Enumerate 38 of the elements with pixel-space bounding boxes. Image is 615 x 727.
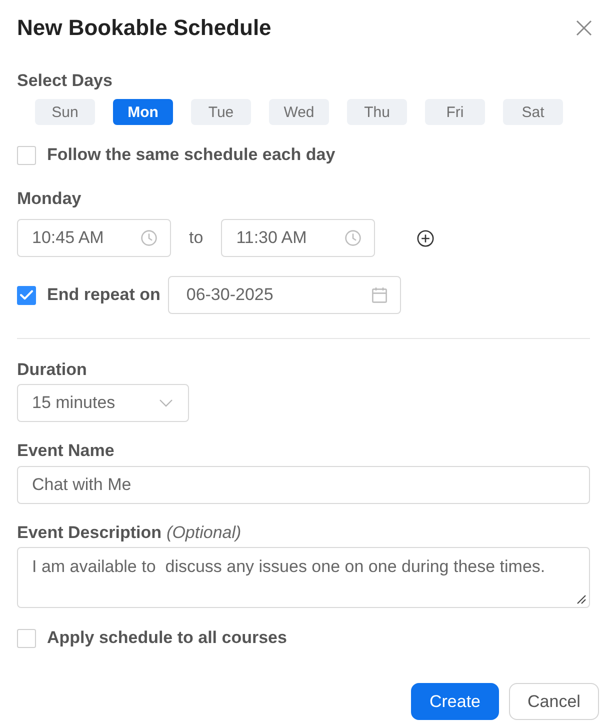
day-toggle[interactable]: Thu (347, 99, 407, 125)
checkbox[interactable] (17, 146, 36, 164)
resize-handle-icon[interactable] (577, 595, 586, 604)
input-field[interactable]: Chat with Me (17, 466, 590, 504)
close-button[interactable] (575, 19, 593, 37)
field-label: Event Name (17, 442, 114, 460)
range-separator: to (189, 228, 204, 248)
textarea-field[interactable]: I am available to discuss any issues one on one during these times. (17, 547, 590, 608)
add-icon[interactable] (417, 230, 434, 246)
checkbox-label: Follow the same schedule each day (47, 145, 336, 165)
clock-icon (141, 230, 157, 246)
time-field[interactable]: 11:30 AM (221, 219, 376, 257)
date-field[interactable]: 06-30-2025 (168, 276, 402, 314)
duration-select[interactable]: 15 minutes (17, 384, 189, 422)
checkbox-label: End repeat on (47, 285, 160, 305)
calendar-icon (372, 287, 388, 303)
day-toggle[interactable]: Fri (425, 99, 485, 125)
day-toggle[interactable]: Tue (191, 99, 251, 125)
dialog-title: New Bookable Schedule (17, 16, 272, 40)
field-label: Event Description (17, 524, 162, 542)
field-label: Select Days (17, 72, 112, 90)
time-field[interactable]: 10:45 AM (17, 219, 171, 257)
day-toggle[interactable]: Sun (35, 99, 95, 125)
close-icon (576, 20, 592, 36)
day-toggle[interactable]: Mon (113, 99, 173, 125)
cancel-button[interactable]: Cancel (509, 683, 599, 720)
field-label: Monday (17, 190, 82, 208)
optional-hint: (Optional) (166, 524, 242, 542)
day-toggle[interactable]: Wed (269, 99, 329, 125)
clock-icon (345, 230, 362, 246)
checkbox[interactable] (17, 628, 36, 648)
day-toggle[interactable]: Sat (503, 99, 563, 125)
create-button[interactable]: Create (411, 683, 499, 720)
checkbox-label: Apply schedule to all courses (47, 628, 287, 648)
field-label: Duration (17, 361, 87, 379)
checkmark-icon (20, 290, 33, 300)
checkbox[interactable] (17, 286, 36, 304)
chevron-down-icon (159, 399, 173, 407)
